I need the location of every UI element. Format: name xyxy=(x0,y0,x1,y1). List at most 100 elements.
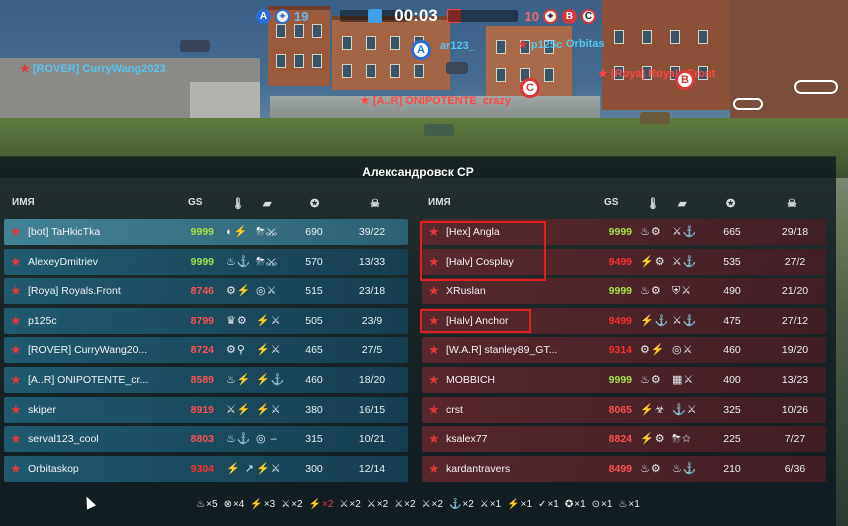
award-icon: ♨ xyxy=(618,499,628,510)
kills-deaths: 23/9 xyxy=(361,314,383,327)
module-icons: ⚡⚔ xyxy=(256,403,282,416)
kills-deaths: 29/18 xyxy=(781,226,809,238)
player-name: Orbitaskop xyxy=(28,462,79,475)
rank-star-icon: ★ xyxy=(428,253,440,269)
header-gs: GS xyxy=(604,197,619,208)
award-icon: ⚡ xyxy=(507,499,520,510)
header-gs: GS xyxy=(188,197,203,208)
player-row[interactable]: ★ [Halv] Anchor 9499 ⚡⚓ ⚔⚓ 475 27/12 xyxy=(422,307,826,334)
player-score: 210 xyxy=(723,462,741,475)
player-row[interactable]: ★ serval123_cool 8803 ♨⚓ ◎ – 315 10/21 xyxy=(4,426,408,453)
player-name: p125c xyxy=(28,314,57,327)
rank-star-icon: ★ xyxy=(10,253,22,269)
award-icon: ⚔ xyxy=(366,499,376,510)
rank-icon: ★ xyxy=(598,68,608,80)
thermometer-icon: 🌡 xyxy=(231,198,245,210)
player-score: 535 xyxy=(723,255,741,268)
rank-star-icon: ★ xyxy=(428,283,440,299)
skull-icon: ☠ xyxy=(370,198,380,210)
player-tag: ★ [Roya] Royals.Front xyxy=(598,67,715,81)
player-name: [Roya] Royals.Front xyxy=(28,285,121,298)
award-count: ×4 xyxy=(232,499,245,510)
player-row[interactable]: ★ [A..R] ONIPOTENTE_cr... 8589 ♨⚡ ⚡⚓ 460 18/20 xyxy=(4,366,408,393)
module-icons: ⚡⚔ xyxy=(256,344,282,357)
player-name: [Halv] Cosplay xyxy=(446,255,514,268)
map-title: Александровск CP xyxy=(362,165,474,179)
award-item: ⚔×2 xyxy=(281,499,302,510)
scoreboard: Александровск CP ИМЯ GS 🌡 ▰ ✪ ☠ ИМЯ GS 🌡… xyxy=(0,156,836,526)
award-item: ⚔×2 xyxy=(422,499,443,510)
award-count: ×2 xyxy=(431,499,443,510)
tank xyxy=(640,112,670,124)
header-name: ИМЯ xyxy=(428,197,451,208)
player-row[interactable]: ★ [Hex] Angla 9999 ♨⚙ ⚔⚓ 665 29/18 xyxy=(422,219,826,245)
player-name: [bot] TaHkicTka xyxy=(28,226,101,238)
skull-icon: ☠ xyxy=(787,198,797,210)
supply-icons: ◐⚡ xyxy=(226,226,249,238)
player-row[interactable]: ★ XRuslan 9999 ♨⚙ ⛨⚔ 490 21/20 xyxy=(422,278,826,305)
kills-deaths: 12/14 xyxy=(358,462,386,475)
blue-flag-icon xyxy=(368,9,382,23)
player-row[interactable]: ★ [W.A.R] stanley89_GT... 9314 ⚙⚡ ◎⚔ 460 19/20 xyxy=(422,337,826,364)
gear-score: 9999 xyxy=(190,255,214,268)
supply-icons: ⚙⚡ xyxy=(226,285,252,298)
award-item: ⚔×2 xyxy=(394,499,415,510)
player-tag-name: [A..R] ONIPOTENTE_crazy xyxy=(372,94,512,107)
award-icon: ✪ xyxy=(564,499,574,510)
award-item: ⚔×2 xyxy=(339,499,360,510)
point-c-icon: C xyxy=(581,8,596,24)
award-icon: ⚓ xyxy=(448,499,462,510)
award-icon: ⚡ xyxy=(250,499,263,510)
player-name: AlexeyDmitriev xyxy=(28,255,99,268)
award-icon: ⊙ xyxy=(591,499,601,510)
kills-deaths: 10/26 xyxy=(781,403,809,416)
capture-point-a-marker: A xyxy=(411,40,431,60)
rank-star-icon: ★ xyxy=(10,342,22,358)
supply-icons: ♨⚙ xyxy=(640,285,662,298)
blue-score: 19 xyxy=(294,8,309,24)
rank-star-icon: ★ xyxy=(428,312,440,328)
player-row[interactable]: ★ skiper 8919 ⚔⚡ ⚡⚔ 380 16/15 xyxy=(4,396,408,423)
player-row[interactable]: ★ p125c 8799 ♛⚙ ⚡⚔ 505 23/9 xyxy=(4,307,408,334)
player-score: 475 xyxy=(723,314,741,327)
award-icon: ⚔ xyxy=(479,499,489,510)
point-b-icon: B xyxy=(562,8,577,24)
award-icon: ♨ xyxy=(196,499,206,510)
player-row[interactable]: ★ [ROVER] CurryWang20... 8724 ⚙⚲ ⚡⚔ 465 27/5 xyxy=(4,337,408,364)
player-name: XRuslan xyxy=(446,285,486,298)
player-row[interactable]: ★ [Roya] Royals.Front 8746 ⚙⚡ ◎⚔ 515 23/18 xyxy=(4,278,408,305)
module-icons: ⚔⚓ xyxy=(672,314,698,327)
score-icon: ✪ xyxy=(726,198,736,210)
player-row[interactable]: ★ ksalex77 8824 ⚡⚙ ⛈☆ 225 7/27 xyxy=(422,426,826,453)
gear-score: 9499 xyxy=(608,314,632,327)
award-item: ⊗×4 xyxy=(224,499,245,510)
player-score: 300 xyxy=(305,462,323,475)
player-row[interactable]: ★ kardantravers 8499 ♨⚙ ♨⚓ 210 6/36 xyxy=(422,455,826,482)
award-count: ×1 xyxy=(574,499,586,510)
player-row[interactable]: ★ [bot] TaHkicTka 9999 ◐⚡ ⛈⚔ 690 39/22 xyxy=(4,219,408,245)
player-row[interactable]: ★ Orbitaskop 9304 ⚡ ↗ ⚡⚔ 300 12/14 xyxy=(4,455,408,482)
rank-star-icon: ★ xyxy=(428,460,440,476)
kills-deaths: 13/23 xyxy=(781,373,809,386)
module-icons: ⛈⚔ xyxy=(256,255,279,268)
player-name: [Hex] Angla xyxy=(446,226,500,238)
player-row[interactable]: ★ AlexeyDmitriev 9999 ♨⚓ ⛈⚔ 570 13/33 xyxy=(4,248,408,275)
player-score: 570 xyxy=(305,255,323,268)
player-row[interactable]: ★ crst 8065 ⚡☣ ⚓⚔ 325 10/26 xyxy=(422,396,826,423)
kills-deaths: 27/5 xyxy=(361,344,383,357)
supply-icons: ⚡⚙ xyxy=(640,255,666,268)
capture-point-b-marker: B xyxy=(675,70,695,90)
gear-score: 8499 xyxy=(608,462,632,475)
module-icons: ▦⚔ xyxy=(672,373,695,386)
rank-icon: ★ xyxy=(360,95,370,107)
awards-bar: ♨×5 ⊗×4 ⚡×3 ⚔×2 ⚡×2 ⚔×2 ⚔×2 ⚔×2 ⚔×2 ⚓×2 ⚔×1 ⚡×1 ✓×1 ✪… xyxy=(0,499,836,510)
award-item: ⚓×2 xyxy=(449,499,474,510)
player-row[interactable]: ★ MOBBICH 9999 ♨⚙ ▦⚔ 400 13/23 xyxy=(422,366,826,393)
module-icons: ⚡⚔ xyxy=(256,462,282,475)
supply-icons: ♨⚓ xyxy=(226,255,252,268)
player-tag: ★ [ROVER] CurryWang2023 xyxy=(20,62,166,76)
award-count: ×3 xyxy=(263,499,276,510)
kills-deaths: 21/20 xyxy=(781,285,809,298)
gear-score: 9314 xyxy=(608,344,632,357)
player-row[interactable]: ★ [Halv] Cosplay 9499 ⚡⚙ ⚔⚓ 535 27/2 xyxy=(422,248,826,275)
